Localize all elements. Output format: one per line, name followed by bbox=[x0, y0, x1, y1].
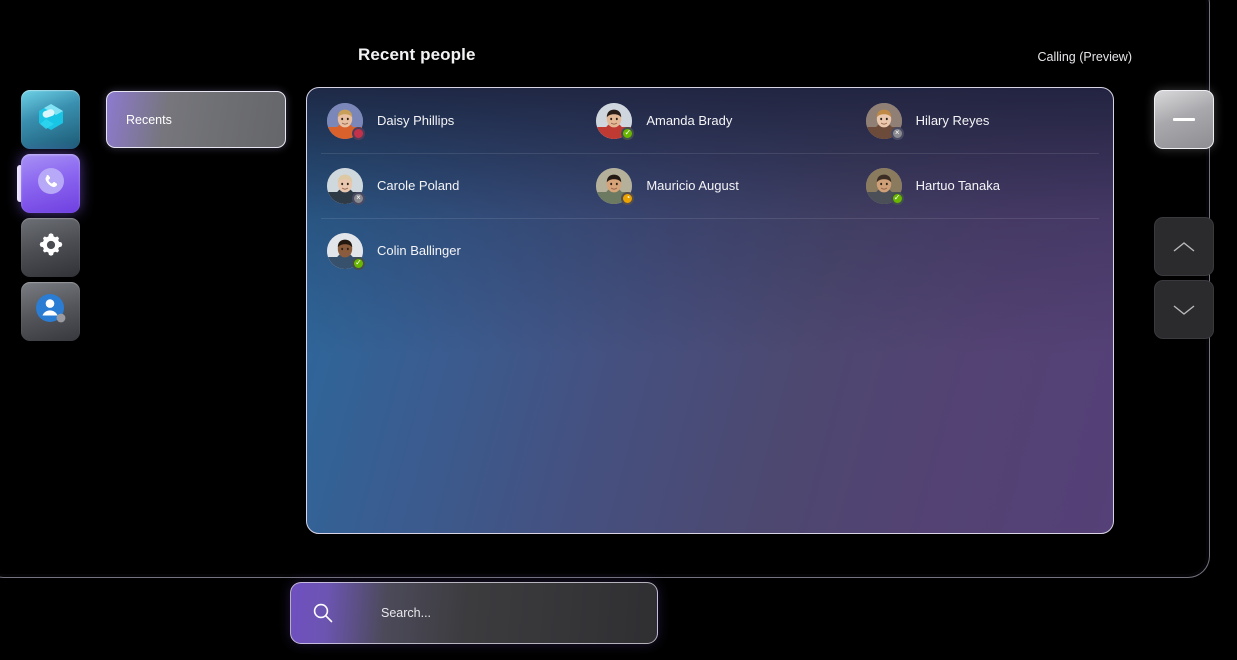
avatar: ✓ bbox=[327, 232, 365, 270]
avatar: × bbox=[327, 167, 365, 205]
app-mode-label: Calling (Preview) bbox=[1037, 50, 1132, 64]
teams-logo-icon bbox=[34, 100, 68, 139]
people-tile bbox=[21, 282, 80, 341]
sidebar-item-settings[interactable] bbox=[21, 218, 80, 277]
recent-people-panel: Daisy Phillips ✓ Amanda Brady × Hilary Rey… bbox=[306, 87, 1114, 534]
avatar: × bbox=[865, 102, 904, 140]
person-item[interactable]: ✓ Amanda Brady bbox=[576, 102, 845, 140]
person-name: Hilary Reyes bbox=[915, 113, 990, 128]
search-icon bbox=[311, 601, 337, 625]
avatar: ◔ bbox=[596, 167, 635, 205]
avatar: ✓ bbox=[596, 102, 635, 140]
person-name: Carole Poland bbox=[377, 178, 460, 193]
phone-icon bbox=[33, 163, 69, 204]
person-item[interactable]: Daisy Phillips bbox=[307, 102, 576, 140]
person-name: Colin Ballinger bbox=[377, 243, 461, 258]
sidebar-item-teams[interactable] bbox=[21, 90, 80, 149]
sidebar-item-calls[interactable] bbox=[17, 154, 80, 213]
avatar: ✓ bbox=[865, 167, 904, 205]
status-badge: ✓ bbox=[890, 191, 904, 205]
calls-tile bbox=[21, 154, 80, 213]
search-bar[interactable]: Search... bbox=[290, 582, 658, 644]
person-item[interactable]: × Carole Poland bbox=[307, 167, 576, 205]
sidebar-item-people[interactable] bbox=[21, 282, 80, 341]
status-badge: × bbox=[352, 191, 365, 205]
person-icon bbox=[32, 290, 70, 333]
app-root: Recent people Calling (Preview) Recents … bbox=[0, 0, 1237, 660]
table-row: × Carole Poland ◔ Mauricio August ✓ Hartuo … bbox=[307, 153, 1113, 218]
table-row: ✓ Colin Ballinger bbox=[307, 218, 1113, 283]
person-name: Amanda Brady bbox=[646, 113, 733, 128]
chevron-down-icon bbox=[1171, 302, 1197, 318]
gear-icon bbox=[36, 230, 66, 265]
person-name: Daisy Phillips bbox=[377, 113, 455, 128]
person-item[interactable]: ✓ Colin Ballinger bbox=[307, 232, 576, 270]
sidebar-rail bbox=[17, 90, 81, 341]
scroll-down-button[interactable] bbox=[1154, 280, 1214, 339]
status-badge: × bbox=[890, 126, 904, 140]
chevron-up-icon bbox=[1171, 239, 1197, 255]
status-badge: ◔ bbox=[621, 191, 635, 205]
page-title: Recent people bbox=[358, 45, 476, 64]
teams-tile bbox=[21, 90, 80, 149]
scroll-controls bbox=[1154, 217, 1214, 339]
minus-icon bbox=[1173, 118, 1195, 121]
person-item[interactable]: ✓ Hartuo Tanaka bbox=[846, 167, 1113, 205]
tab-recents[interactable]: Recents bbox=[106, 91, 286, 148]
tab-recents-label: Recents bbox=[126, 112, 172, 127]
person-name: Hartuo Tanaka bbox=[915, 178, 1000, 193]
table-row: Daisy Phillips ✓ Amanda Brady × Hilary Rey… bbox=[307, 88, 1113, 153]
status-badge: ✓ bbox=[621, 126, 635, 140]
tab-strip: Recents bbox=[106, 91, 286, 148]
avatar bbox=[327, 102, 365, 140]
person-item[interactable]: ◔ Mauricio August bbox=[576, 167, 845, 205]
side-controls bbox=[1154, 90, 1214, 339]
person-item[interactable]: × Hilary Reyes bbox=[846, 102, 1113, 140]
settings-tile bbox=[21, 218, 80, 277]
search-placeholder: Search... bbox=[381, 606, 432, 620]
person-name: Mauricio August bbox=[646, 178, 739, 193]
status-badge bbox=[352, 126, 365, 140]
status-badge: ✓ bbox=[352, 256, 365, 270]
people-list: Daisy Phillips ✓ Amanda Brady × Hilary Rey… bbox=[307, 88, 1113, 533]
scroll-up-button[interactable] bbox=[1154, 217, 1214, 276]
minimize-button[interactable] bbox=[1154, 90, 1214, 149]
